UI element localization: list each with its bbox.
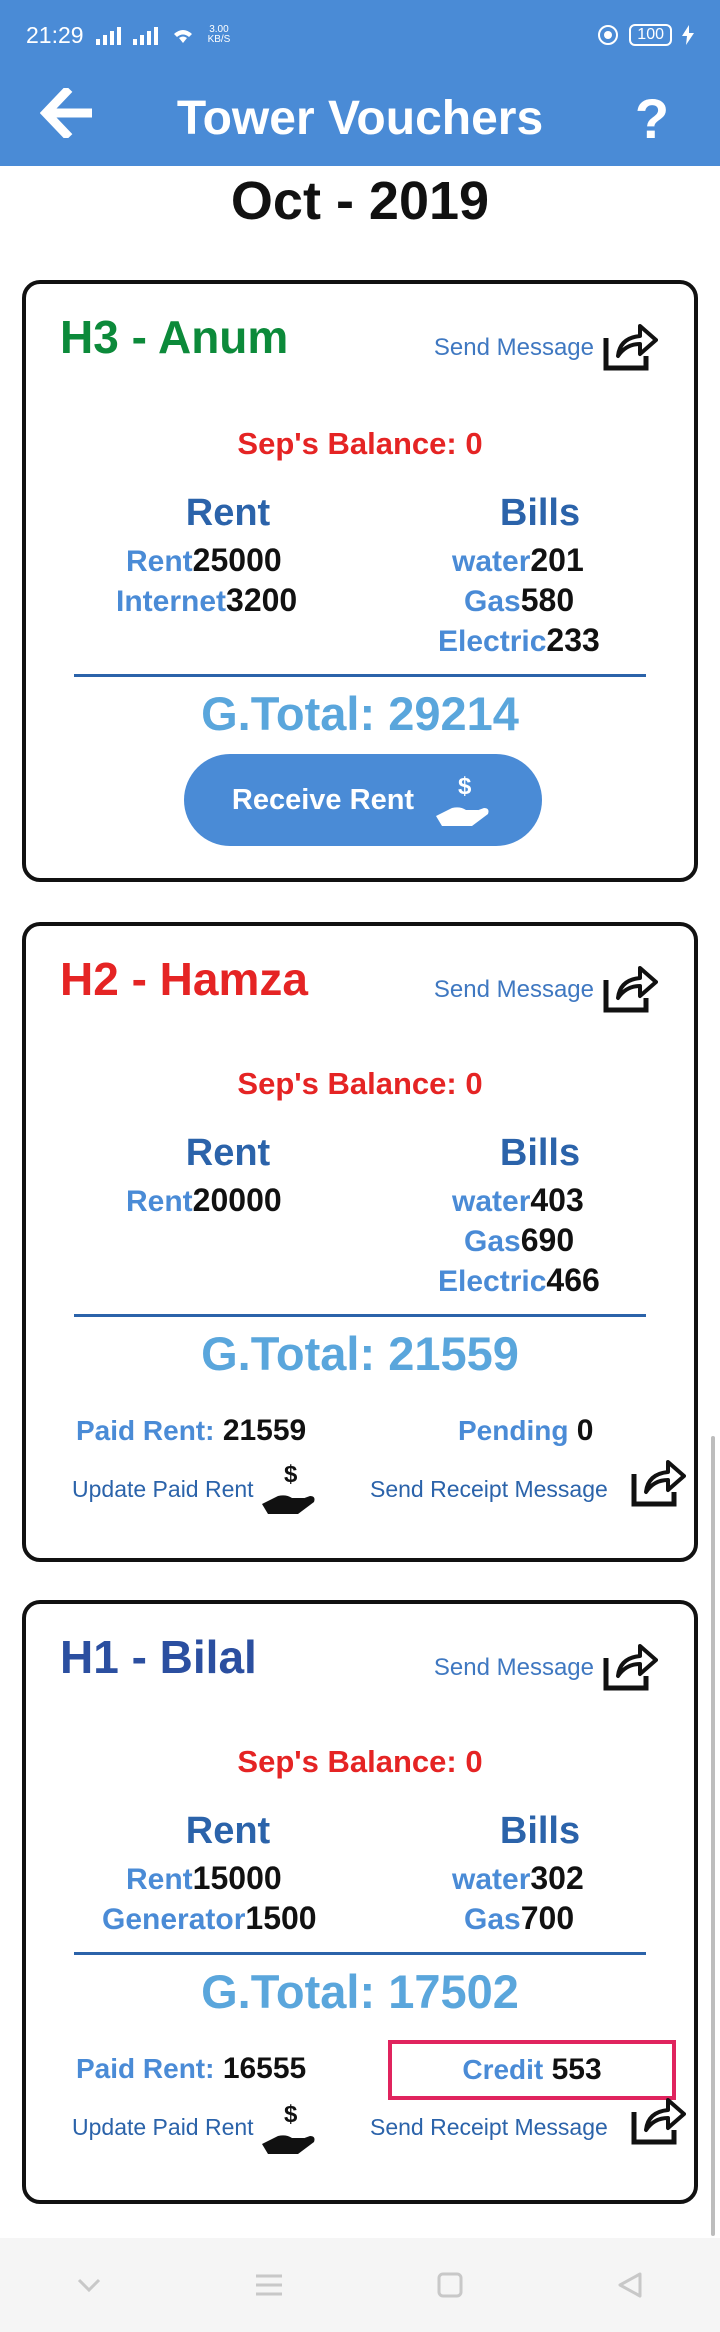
clock: 21:29 — [26, 21, 84, 48]
pending-amount: Pending 0 — [458, 1414, 594, 1447]
bill-item: Electric233 — [438, 622, 600, 658]
rent-header: Rent — [185, 1132, 271, 1174]
month-title: Oct - 2019 — [230, 171, 490, 231]
bill-item: Electric466 — [438, 1262, 600, 1298]
bill-item: water302 — [452, 1860, 584, 1896]
update-paid-rent-link[interactable]: Update Paid Rent — [72, 1476, 254, 1503]
bill-item: Gas700 — [464, 1900, 575, 1936]
wifi-icon — [173, 30, 192, 43]
signal-icon — [95, 25, 121, 45]
tenant-name: H3 - Anum — [60, 311, 289, 363]
divider — [74, 1314, 646, 1317]
alarm-icon — [598, 25, 619, 45]
update-paid-rent-link[interactable]: Update Paid Rent — [72, 2114, 254, 2141]
tenant-name: H1 - Bilal — [60, 1631, 257, 1683]
paid-rent: Paid Rent: 21559 — [76, 1414, 307, 1447]
bill-item: Gas690 — [464, 1222, 575, 1258]
home-square-icon[interactable] — [436, 2271, 464, 2299]
bills-header: Bills — [499, 1132, 581, 1174]
send-message-link[interactable]: Send Message — [434, 334, 594, 362]
scrollbar[interactable] — [711, 1436, 715, 2236]
grand-total: G.Total: 21559 — [201, 1327, 519, 1380]
bills-header: Bills — [499, 1810, 581, 1852]
send-receipt-message-link[interactable]: Send Receipt Message — [370, 1476, 608, 1503]
rent-item: Rent20000 — [126, 1182, 282, 1218]
hand-money-icon[interactable]: $ — [258, 1458, 318, 1518]
receive-rent-label: Receive Rent — [231, 783, 415, 816]
rent-item: Rent25000 — [126, 542, 282, 578]
back-arrow-icon[interactable] — [28, 85, 108, 151]
svg-text:$: $ — [284, 1461, 298, 1488]
share-icon[interactable] — [630, 1456, 686, 1508]
paid-rent: Paid Rent: 16555 — [76, 2052, 307, 2085]
bill-item: water201 — [452, 542, 584, 578]
voucher-card-h1: H1 - Bilal Send Message Sep's Balance: 0… — [22, 1600, 698, 2204]
send-message-link[interactable]: Send Message — [434, 976, 594, 1004]
charging-icon — [682, 25, 694, 45]
svg-text:$: $ — [284, 2101, 298, 2128]
share-icon[interactable] — [630, 2094, 686, 2146]
rent-header: Rent — [185, 1810, 271, 1852]
tenant-name: H2 - Hamza — [60, 953, 308, 1005]
previous-balance: Sep's Balance: 0 — [237, 1744, 483, 1779]
send-message-link[interactable]: Send Message — [434, 1654, 594, 1682]
credit-amount: Credit 553 — [388, 2040, 676, 2100]
bill-item: Gas580 — [464, 582, 575, 618]
back-triangle-icon[interactable] — [616, 2271, 644, 2299]
previous-balance: Sep's Balance: 0 — [237, 426, 483, 461]
help-question-icon[interactable]: ? — [612, 86, 692, 151]
share-icon[interactable] — [602, 320, 658, 372]
divider — [74, 1952, 646, 1955]
voucher-card-h3: H3 - Anum Send Message Sep's Balance: 0 … — [22, 280, 698, 882]
share-icon[interactable] — [602, 962, 658, 1014]
hand-money-icon: $ — [436, 773, 489, 826]
menu-icon[interactable] — [254, 2273, 284, 2297]
send-receipt-message-link[interactable]: Send Receipt Message — [370, 2114, 608, 2141]
battery-icon: 100 — [629, 24, 672, 46]
receive-rent-button[interactable]: Receive Rent $ — [184, 754, 542, 846]
share-icon[interactable] — [602, 1640, 658, 1692]
app-title: Tower Vouchers — [176, 91, 544, 145]
top-bar: 21:29 3.00 KB/S 100 Tower Vouchers ? — [0, 0, 720, 166]
rent-item: Internet3200 — [116, 582, 298, 618]
rent-item: Rent15000 — [126, 1860, 282, 1896]
rent-header: Rent — [185, 492, 271, 534]
bills-header: Bills — [499, 492, 581, 534]
signal-icon-2 — [132, 25, 158, 45]
voucher-card-h2: H2 - Hamza Send Message Sep's Balance: 0… — [22, 922, 698, 1562]
chevron-down-icon[interactable] — [76, 2277, 102, 2293]
previous-balance: Sep's Balance: 0 — [237, 1066, 483, 1101]
grand-total: G.Total: 17502 — [201, 1965, 519, 2018]
system-nav-bar — [0, 2238, 720, 2332]
hand-money-icon[interactable]: $ — [258, 2098, 318, 2158]
grand-total: G.Total: 29214 — [201, 687, 519, 740]
net-rate: 3.00 KB/S — [207, 24, 231, 45]
status-bar: 21:29 3.00 KB/S 100 — [0, 0, 720, 70]
bill-item: water403 — [452, 1182, 584, 1218]
svg-text:$: $ — [458, 773, 472, 800]
divider — [74, 674, 646, 677]
rent-item: Generator1500 — [102, 1900, 317, 1936]
app-bar: Tower Vouchers ? — [0, 70, 720, 166]
